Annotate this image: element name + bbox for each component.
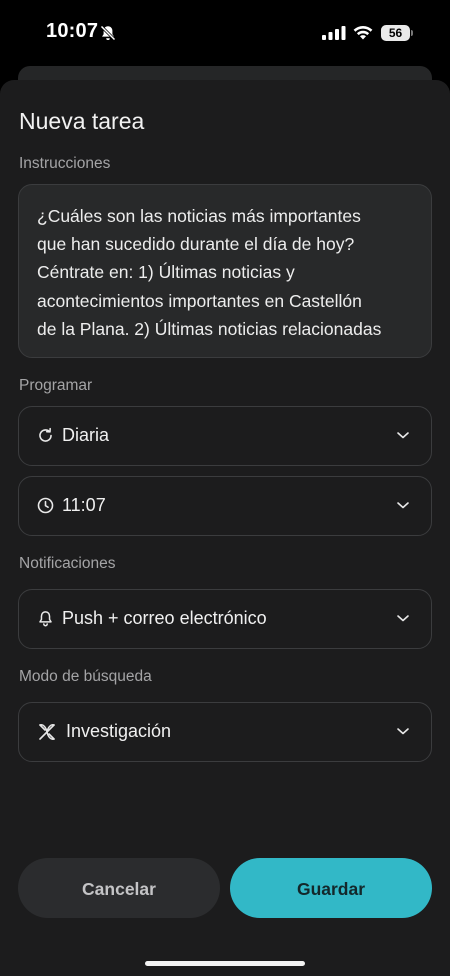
- repeat-icon: [39, 427, 52, 442]
- battery-tip: [411, 30, 413, 36]
- instructions-line: Céntrate en: 1) Últimas noticias y: [37, 262, 295, 283]
- instructions-line: ¿Cuáles son las noticias más importantes: [37, 206, 361, 226]
- instructions-input[interactable]: ¿Cuáles son las noticias más importantes…: [18, 184, 432, 358]
- instructions-line: acontecimientos importantes en Castellón: [37, 290, 362, 311]
- bell-icon: [39, 611, 52, 627]
- chevron-down-icon: [397, 432, 409, 439]
- save-button[interactable]: Guardar: [230, 858, 432, 918]
- schedule-label: Programar: [19, 377, 93, 394]
- new-task-sheet: Nueva tarea Instrucciones ¿Cuáles son la…: [0, 80, 450, 976]
- chevron-down-icon: [397, 502, 409, 509]
- instructions-line: que han sucedido durante el día de hoy?: [37, 234, 355, 255]
- search-mode-value: Investigación: [66, 721, 172, 741]
- search-mode-label: Modo de búsqueda: [19, 668, 152, 685]
- time-value: 11:07: [62, 495, 106, 515]
- notifications-select[interactable]: Push + correo electrónico: [18, 589, 432, 649]
- search-mode-select[interactable]: Investigación: [18, 702, 432, 762]
- notifications-label: Notificaciones: [19, 555, 116, 572]
- time-select[interactable]: 11:07: [18, 476, 432, 536]
- status-time: 10:07: [46, 20, 99, 42]
- instructions-line: de la Plana. 2) Últimas noticias relacio…: [37, 318, 382, 339]
- status-bar: 10:07 56: [0, 0, 450, 66]
- frequency-value: Diaria: [62, 425, 110, 445]
- wifi-icon: [353, 25, 373, 40]
- notifications-value: Push + correo electrónico: [62, 608, 267, 628]
- signal-icon: [322, 26, 346, 40]
- cancel-button[interactable]: Cancelar: [18, 858, 220, 918]
- bell-off-icon: [100, 25, 116, 41]
- home-indicator[interactable]: [145, 961, 305, 966]
- instructions-label: Instrucciones: [19, 155, 111, 172]
- chevron-down-icon: [397, 615, 409, 622]
- clock-icon: [37, 497, 54, 514]
- chevron-down-icon: [397, 728, 409, 735]
- research-icon: [39, 724, 55, 740]
- battery-icon: 56: [381, 25, 410, 41]
- sheet-title: Nueva tarea: [19, 108, 145, 134]
- frequency-select[interactable]: Diaria: [18, 406, 432, 466]
